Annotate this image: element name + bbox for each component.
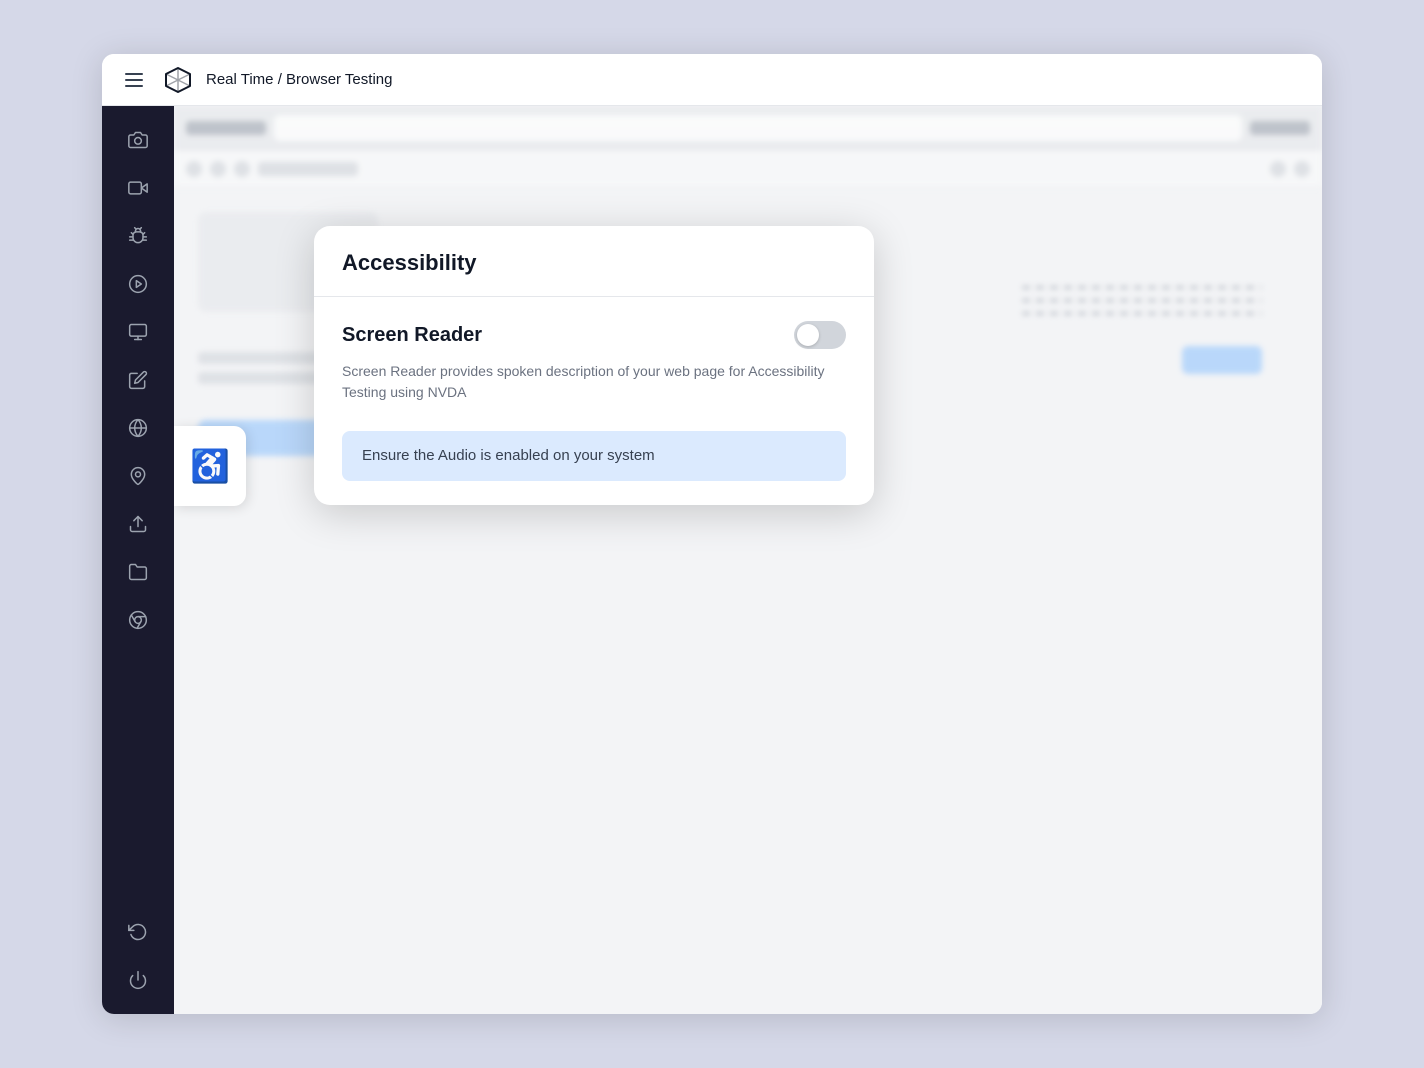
screen-reader-title: Screen Reader [342, 324, 482, 347]
sidebar-item-media[interactable] [116, 262, 160, 306]
sidebar-item-bug[interactable] [116, 214, 160, 258]
browser-window: Real Time / Browser Testing [102, 54, 1322, 1014]
content-area: ♿ Accessibility Screen Reader Screen Rea… [174, 106, 1322, 1014]
accessibility-panel[interactable]: ♿ [174, 426, 246, 506]
sidebar-item-browser[interactable] [116, 598, 160, 642]
main-area: ♿ Accessibility Screen Reader Screen Rea… [102, 106, 1322, 1014]
window-title: Real Time / Browser Testing [206, 71, 392, 88]
screen-reader-header: Screen Reader [342, 321, 846, 349]
sidebar-bottom [116, 910, 160, 1002]
audio-notice-text: Ensure the Audio is enabled on your syst… [362, 447, 655, 464]
sidebar-item-edit[interactable] [116, 358, 160, 402]
sidebar-item-screenshot[interactable] [116, 118, 160, 162]
sidebar-item-location[interactable] [116, 454, 160, 498]
menu-button[interactable] [118, 64, 150, 96]
sidebar-item-upload[interactable] [116, 502, 160, 546]
sidebar-item-power[interactable] [116, 958, 160, 1002]
screen-reader-section: Screen Reader Screen Reader provides spo… [342, 321, 846, 481]
screen-reader-toggle[interactable] [794, 321, 846, 349]
accessibility-modal: Accessibility Screen Reader Screen Reade… [314, 226, 874, 505]
sidebar-item-globe[interactable] [116, 406, 160, 450]
title-bar: Real Time / Browser Testing [102, 54, 1322, 106]
modal-header: Accessibility [314, 226, 874, 297]
sidebar-item-refresh[interactable] [116, 910, 160, 954]
sidebar-item-folder[interactable] [116, 550, 160, 594]
screen-reader-description: Screen Reader provides spoken descriptio… [342, 361, 846, 403]
logo-icon [162, 64, 194, 96]
sidebar-item-video[interactable] [116, 166, 160, 210]
sidebar [102, 106, 174, 1014]
sidebar-item-desktop[interactable] [116, 310, 160, 354]
modal-body: Screen Reader Screen Reader provides spo… [314, 297, 874, 505]
audio-notice-box: Ensure the Audio is enabled on your syst… [342, 431, 846, 481]
accessibility-figure-icon: ♿ [190, 447, 230, 485]
modal-title: Accessibility [342, 250, 477, 275]
